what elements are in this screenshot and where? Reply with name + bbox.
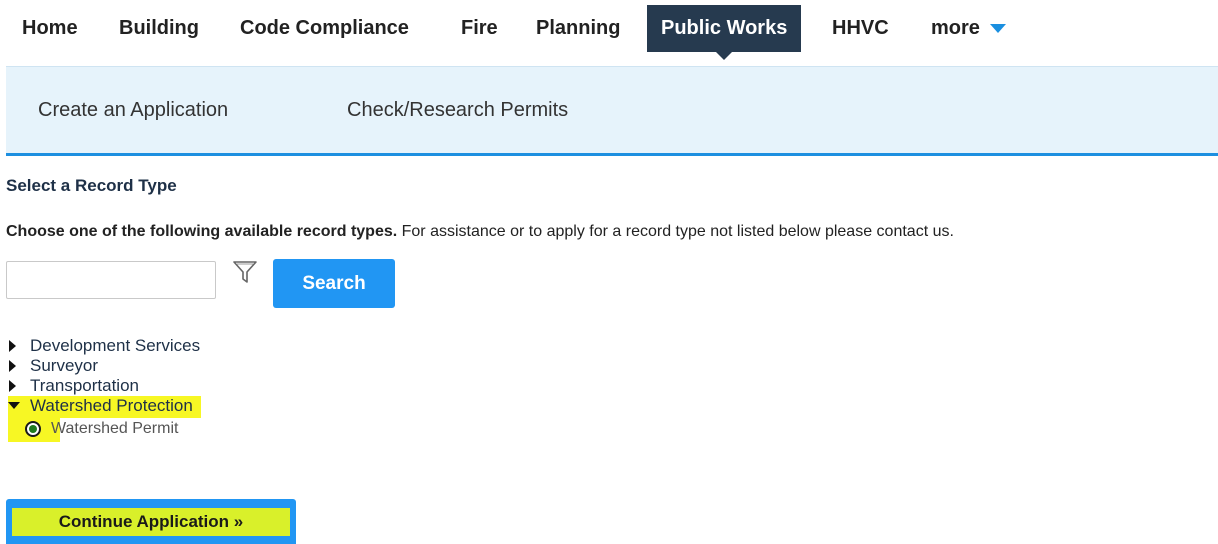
caret-right-icon bbox=[9, 360, 16, 372]
chevron-down-icon bbox=[989, 24, 1006, 34]
record-option-label: Watershed Permit bbox=[51, 420, 179, 437]
nav-home[interactable]: Home bbox=[22, 5, 78, 52]
tree-item-label: Watershed Protection bbox=[30, 396, 193, 415]
continue-application-button[interactable]: Continue Application » bbox=[6, 499, 296, 544]
caret-down-icon bbox=[8, 402, 20, 409]
nav-fire[interactable]: Fire bbox=[461, 5, 498, 52]
search-button[interactable]: Search bbox=[273, 259, 395, 308]
instructions-rest: For assistance or to apply for a record … bbox=[397, 223, 954, 240]
page-title: Select a Record Type bbox=[6, 176, 177, 195]
nav-more-label: more bbox=[931, 17, 980, 39]
subnav-create-application[interactable]: Create an Application bbox=[38, 67, 228, 153]
nav-code-compliance[interactable]: Code Compliance bbox=[240, 5, 409, 52]
tree-item-surveyor[interactable]: Surveyor bbox=[8, 356, 201, 376]
top-navigation: Home Building Code Compliance Fire Plann… bbox=[0, 0, 1218, 66]
sub-navigation: Create an Application Check/Research Per… bbox=[6, 66, 1218, 156]
filter-icon[interactable] bbox=[232, 260, 258, 284]
nav-public-works[interactable]: Public Works bbox=[647, 5, 802, 60]
tree-item-transportation[interactable]: Transportation bbox=[8, 376, 201, 396]
nav-more[interactable]: more bbox=[931, 5, 1006, 52]
instructions-text: Choose one of the following available re… bbox=[6, 223, 954, 241]
caret-right-icon bbox=[9, 340, 16, 352]
instructions-bold: Choose one of the following available re… bbox=[6, 223, 398, 240]
tree-item-development-services[interactable]: Development Services bbox=[8, 336, 201, 356]
tree-item-label: Surveyor bbox=[30, 356, 99, 375]
nav-planning[interactable]: Planning bbox=[536, 5, 620, 52]
continue-application-label: Continue Application » bbox=[12, 508, 290, 536]
record-type-tree: Development Services Surveyor Transporta… bbox=[8, 336, 201, 418]
tree-item-label: Transportation bbox=[30, 376, 139, 395]
nav-hhvc[interactable]: HHVC bbox=[832, 5, 889, 52]
highlight-marker: Watershed Protection bbox=[8, 396, 201, 418]
nav-building[interactable]: Building bbox=[119, 5, 199, 52]
tree-item-watershed-protection[interactable]: Watershed Protection bbox=[8, 396, 201, 418]
tree-item-label: Development Services bbox=[30, 336, 201, 355]
search-input[interactable] bbox=[6, 261, 216, 299]
caret-right-icon bbox=[9, 380, 16, 392]
radio-button-selected[interactable] bbox=[25, 421, 41, 437]
subnav-check-research-permits[interactable]: Check/Research Permits bbox=[347, 67, 568, 153]
